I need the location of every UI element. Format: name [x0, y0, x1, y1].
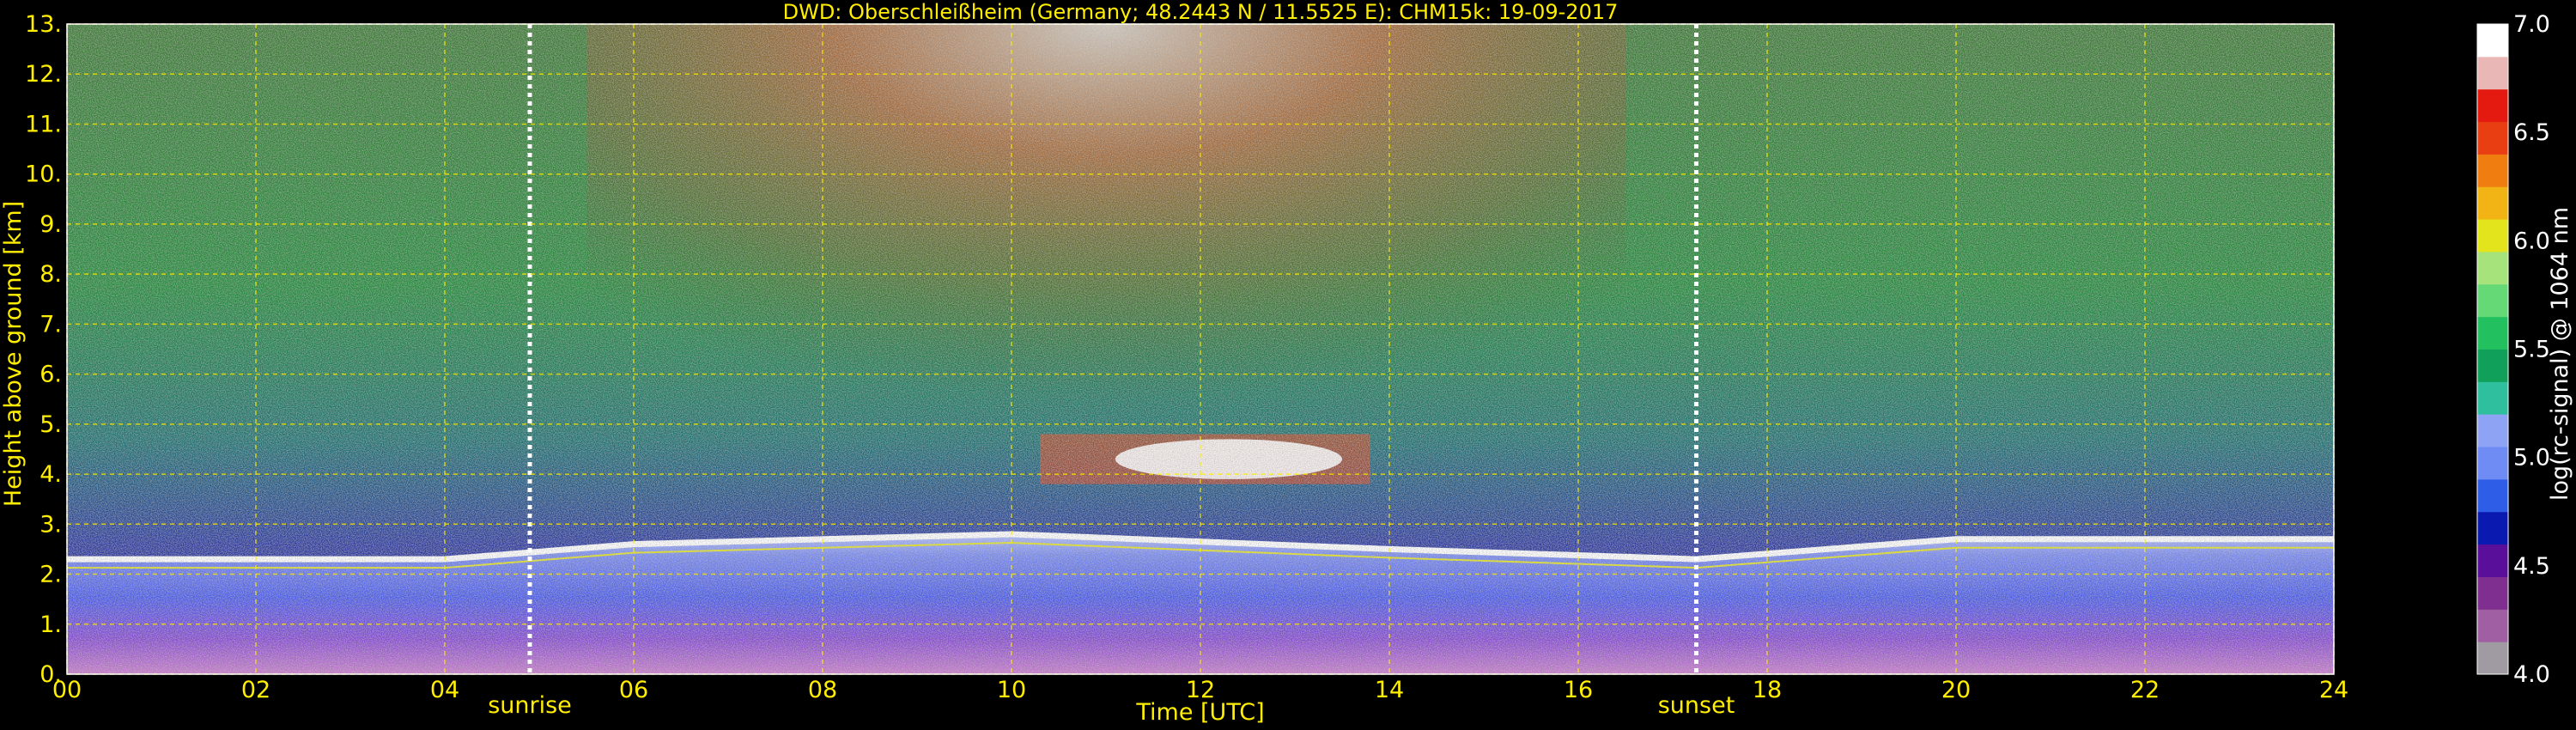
- x-tick-label: 14: [1375, 677, 1404, 703]
- x-tick-label: 04: [430, 677, 459, 703]
- x-tick-label: 24: [2319, 677, 2348, 703]
- colorbar-segment: [2477, 88, 2508, 123]
- colorbar-segment: [2477, 24, 2508, 58]
- y-tick-label: 5.: [39, 411, 62, 438]
- x-tick-label: 18: [1753, 677, 1782, 703]
- colorbar-tick-label: 4.0: [2513, 661, 2550, 688]
- ceilometer-chart: sunrise sunset00 02 04 06 08 10 12 14 16 18 20 22 240…: [0, 0, 2573, 726]
- colorbar-segment: [2477, 447, 2508, 480]
- y-tick-label: 11.: [25, 111, 62, 137]
- x-tick-label: 16: [1564, 677, 1593, 703]
- colorbar-segment: [2477, 121, 2508, 155]
- colorbar-segment: [2477, 381, 2508, 415]
- colorbar-tick-label: 5.5: [2513, 337, 2550, 363]
- y-tick-label: 3.: [39, 511, 62, 538]
- y-tick-label: 2.: [39, 562, 62, 588]
- colorbar-segment: [2477, 349, 2508, 382]
- colorbar-tick-label: 6.0: [2513, 228, 2550, 254]
- y-tick-label: 0.: [39, 661, 62, 688]
- colorbar-segment: [2477, 642, 2508, 675]
- x-tick-label: 22: [2130, 677, 2160, 703]
- y-tick-label: 1.: [39, 611, 62, 638]
- y-tick-label: 9.: [39, 211, 62, 238]
- marker-label-sunrise: sunrise: [488, 692, 572, 719]
- colorbar-segment: [2477, 478, 2508, 513]
- colorbar-segment: [2477, 56, 2508, 90]
- colorbar-segment: [2477, 414, 2508, 447]
- y-tick-label: 6.: [39, 362, 62, 388]
- x-tick-label: 20: [1941, 677, 1971, 703]
- x-tick-label: 10: [997, 677, 1026, 703]
- colorbar-tick-label: 5.0: [2513, 445, 2550, 471]
- colorbar-tick-label: 4.5: [2513, 553, 2550, 580]
- y-tick-label: 10.: [25, 161, 62, 188]
- colorbar-segment: [2477, 511, 2508, 545]
- x-tick-label: 08: [808, 677, 837, 703]
- y-tick-label: 4.: [39, 461, 62, 488]
- y-axis-label: Height above ground [km]: [0, 201, 27, 507]
- colorbar: 4.0 4.5 5.0 5.5 6.0 6.5 7.0: [2476, 11, 2550, 688]
- colorbar-segment: [2477, 186, 2508, 220]
- colorbar-segment: [2477, 609, 2508, 642]
- y-tick-label: 13.: [25, 11, 62, 38]
- colorbar-tick-label: 6.5: [2513, 119, 2550, 146]
- colorbar-segment: [2477, 219, 2508, 252]
- chart-title: DWD: Oberschleißheim (Germany; 48.2443 N…: [783, 0, 1619, 24]
- x-axis-label: Time [UTC]: [1135, 699, 1264, 726]
- colorbar-segment: [2477, 154, 2508, 187]
- y-tick-label: 7.: [39, 311, 62, 338]
- y-tick-label: 8.: [39, 261, 62, 288]
- colorbar-tick-label: 7.0: [2513, 11, 2550, 38]
- x-tick-label: 02: [241, 677, 270, 703]
- colorbar-label: log(rc-signal) @ 1064 nm: [2547, 207, 2573, 501]
- colorbar-segment: [2477, 544, 2508, 577]
- x-tick-label: 06: [619, 677, 648, 703]
- marker-label-sunset: sunset: [1658, 692, 1735, 719]
- colorbar-segment: [2477, 316, 2508, 350]
- colorbar-segment: [2477, 576, 2508, 610]
- colorbar-segment: [2477, 251, 2508, 285]
- y-tick-label: 12.: [25, 61, 62, 88]
- colorbar-segment: [2477, 283, 2508, 318]
